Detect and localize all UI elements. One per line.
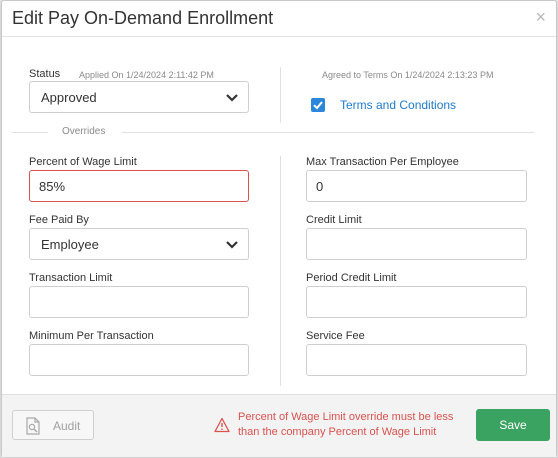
overrides-divider-right [122, 132, 534, 133]
document-search-icon [26, 417, 40, 435]
terms-checkbox[interactable] [311, 98, 325, 112]
status-label: Status [29, 68, 61, 80]
chevron-down-icon [226, 94, 238, 102]
top-vertical-divider [280, 67, 281, 123]
modal-footer: Audit Percent of Wage Limit override mus… [2, 394, 556, 457]
overrides-divider-left [12, 132, 48, 133]
service-fee-input[interactable] [306, 344, 527, 376]
close-icon[interactable]: × [535, 7, 546, 28]
credit-limit-input[interactable] [306, 228, 527, 260]
transaction-limit-input[interactable] [29, 286, 249, 318]
warning-icon [214, 417, 230, 433]
applied-on-text: Applied On 1/24/2024 2:11:42 PM [79, 70, 214, 80]
service-fee-label: Service Fee [306, 330, 365, 342]
fee-paid-by-label: Fee Paid By [29, 214, 89, 226]
period-credit-limit-input[interactable] [306, 286, 527, 318]
percent-wage-limit-label: Percent of Wage Limit [29, 156, 137, 168]
minimum-per-transaction-label: Minimum Per Transaction [29, 330, 154, 342]
credit-limit-label: Credit Limit [306, 214, 362, 226]
audit-button-label: Audit [53, 419, 81, 433]
fee-paid-by-select[interactable]: Employee [29, 228, 249, 260]
max-transaction-label: Max Transaction Per Employee [306, 156, 459, 168]
fee-paid-by-value: Employee [41, 237, 99, 252]
modal-title: Edit Pay On-Demand Enrollment [12, 8, 274, 28]
minimum-per-transaction-input[interactable] [29, 344, 249, 376]
max-transaction-value: 0 [316, 179, 324, 194]
status-value: Approved [41, 90, 97, 105]
checkmark-icon [313, 101, 323, 110]
percent-wage-limit-input[interactable]: 85% [29, 170, 249, 202]
edit-enrollment-modal: Edit Pay On-Demand Enrollment × Status A… [1, 0, 557, 457]
status-select[interactable]: Approved [29, 81, 249, 113]
chevron-down-icon [226, 241, 238, 249]
validation-error-message: Percent of Wage Limit override must be l… [238, 411, 454, 438]
agreed-terms-text: Agreed to Terms On 1/24/2024 2:13:23 PM [322, 70, 494, 80]
max-transaction-input[interactable]: 0 [306, 170, 527, 202]
percent-wage-limit-value: 85% [39, 179, 66, 194]
transaction-limit-label: Transaction Limit [29, 272, 113, 284]
audit-button[interactable]: Audit [12, 410, 94, 440]
overrides-section-label: Overrides [62, 126, 106, 137]
modal-header: Edit Pay On-Demand Enrollment × [2, 1, 556, 37]
terms-link[interactable]: Terms and Conditions [340, 98, 456, 112]
fields-vertical-divider [280, 156, 281, 386]
period-credit-limit-label: Period Credit Limit [306, 272, 397, 284]
save-button[interactable]: Save [476, 409, 550, 441]
